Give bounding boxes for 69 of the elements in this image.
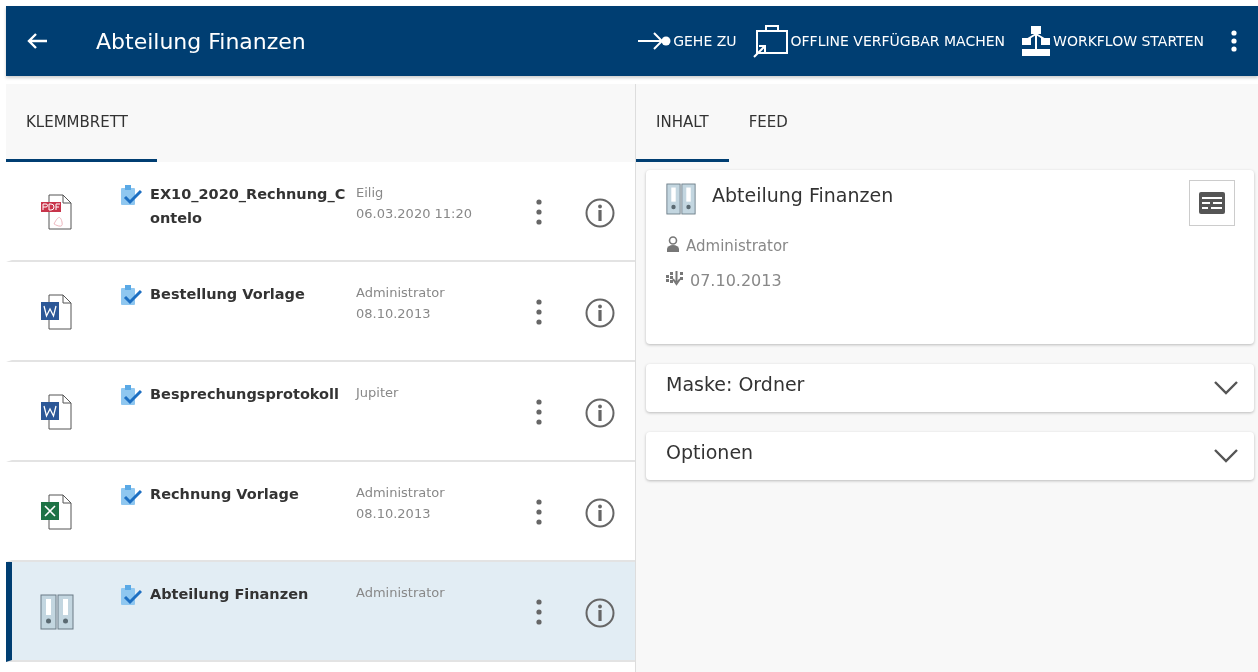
info-icon — [585, 198, 615, 228]
form-view-button[interactable] — [1189, 180, 1235, 226]
info-icon — [585, 598, 615, 628]
clipboard-check-icon — [120, 284, 142, 306]
document-icon — [40, 294, 74, 330]
toolbar-button[interactable]: OFFLINE VERFÜGBAR MACHEN — [752, 21, 1006, 61]
item-meta-text: 08.10.2013 — [356, 305, 432, 323]
clipboard-check-icon — [120, 384, 142, 406]
binders-icon — [40, 594, 74, 630]
item-meta-text: Administrator — [356, 584, 446, 602]
back-arrow-icon — [26, 32, 48, 50]
more-button[interactable] — [534, 497, 544, 527]
info-button[interactable] — [584, 197, 616, 229]
section-title: Maske: Ordner — [666, 373, 805, 395]
page-title: Abteilung Finanzen — [96, 28, 307, 54]
archive-date-icon — [666, 270, 684, 286]
item-title: Besprechungsprotokoll — [150, 385, 340, 404]
item-meta-text: Jupiter — [356, 384, 400, 402]
chevron-down-icon — [1214, 381, 1238, 395]
info-icon — [585, 398, 615, 428]
more-icon — [536, 399, 542, 425]
more-icon — [536, 599, 542, 625]
item-title: Abteilung Finanzen — [150, 585, 310, 604]
info-button[interactable] — [584, 297, 616, 329]
info-icon — [585, 498, 615, 528]
more-icon — [536, 199, 542, 225]
info-button[interactable] — [584, 397, 616, 429]
more-icon — [536, 499, 542, 525]
person-icon — [666, 236, 680, 252]
date-text: 07.10.2013 — [690, 270, 782, 290]
form-icon — [1199, 192, 1225, 214]
document-icon — [40, 194, 74, 230]
item-title: EX10_2020_Rechnung_Contelo — [150, 185, 347, 228]
clipboard-check-icon — [120, 484, 142, 506]
owner-text: Administrator — [686, 237, 789, 255]
info-button[interactable] — [584, 497, 616, 529]
more-button[interactable] — [534, 197, 544, 227]
item-meta-text: Administrator — [356, 484, 446, 502]
document-icon — [40, 394, 74, 430]
item-title: Rechnung Vorlage — [150, 485, 300, 504]
more-button[interactable] — [534, 397, 544, 427]
detail-title: Abteilung Finanzen — [712, 184, 895, 206]
item-meta-text: 08.10.2013 — [356, 505, 432, 523]
more-icon — [536, 299, 542, 325]
item-meta-text: 06.03.2020 11:20 — [356, 205, 474, 223]
info-icon — [585, 298, 615, 328]
section-title: Optionen — [666, 441, 754, 463]
briefcase-icon — [752, 24, 789, 58]
arrow-icon — [637, 31, 672, 51]
tab[interactable]: FEED — [728, 84, 808, 162]
document-icon — [40, 494, 74, 530]
more-button[interactable] — [534, 297, 544, 327]
item-title: Bestellung Vorlage — [150, 285, 306, 304]
collapsible-section[interactable]: Optionen — [646, 432, 1254, 480]
item-meta-text: Eilig — [356, 184, 385, 202]
clipboard-check-icon — [120, 584, 142, 606]
workflow-icon — [1021, 25, 1052, 57]
item-meta-text: Administrator — [356, 284, 446, 302]
info-button[interactable] — [584, 597, 616, 629]
list-item[interactable]: Abteilung Finanzen Administrator — [6, 562, 635, 662]
more-button[interactable] — [534, 597, 544, 627]
more-icon — [1231, 30, 1237, 52]
binders-icon — [666, 182, 696, 216]
chevron-down-icon — [1214, 449, 1238, 463]
toolbar-button[interactable]: GEHE ZU — [637, 21, 737, 61]
tab[interactable]: INHALT — [636, 84, 729, 162]
clipboard-check-icon — [120, 184, 142, 206]
toolbar-button[interactable]: WORKFLOW STARTEN — [1021, 21, 1204, 61]
collapsible-section[interactable]: Maske: Ordner — [646, 364, 1254, 412]
